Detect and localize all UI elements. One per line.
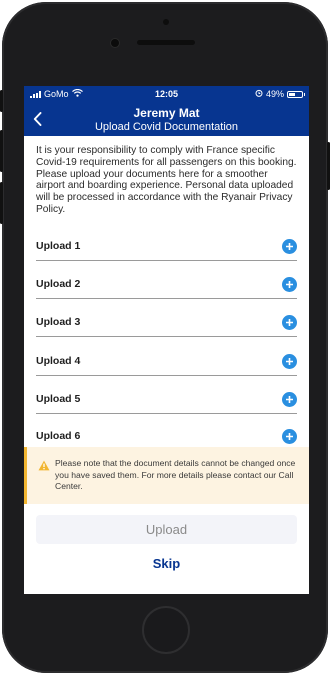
add-upload-button[interactable] (282, 315, 297, 330)
volume-down-button (0, 182, 3, 224)
intro-text: It is your responsibility to comply with… (36, 145, 297, 215)
upload-label: Upload 3 (36, 316, 81, 328)
header-title: Jeremy Mat (133, 106, 200, 120)
plus-icon (286, 358, 293, 365)
battery-percent: 49% (265, 89, 284, 99)
add-upload-button[interactable] (282, 392, 297, 407)
plus-icon (286, 319, 293, 326)
upload-row-5[interactable]: Upload 5 (36, 389, 297, 414)
home-button[interactable] (142, 606, 190, 654)
status-bar: GoMo 12:05 49% (24, 86, 309, 103)
earpiece-speaker (137, 40, 195, 45)
add-upload-button[interactable] (282, 354, 297, 369)
plus-icon (286, 396, 293, 403)
mute-switch (0, 90, 3, 112)
plus-icon (286, 243, 293, 250)
upload-row-1[interactable]: Upload 1 (36, 236, 297, 261)
warning-icon (38, 458, 50, 476)
power-button (327, 142, 330, 190)
front-camera (111, 39, 119, 47)
app-screen: GoMo 12:05 49% Jeremy Mat Upload Covid D… (24, 86, 309, 594)
upload-label: Upload 2 (36, 278, 81, 290)
battery-icon (287, 90, 305, 98)
upload-label: Upload 4 (36, 355, 81, 367)
plus-icon (286, 281, 293, 288)
add-upload-button[interactable] (282, 277, 297, 292)
notice-banner: Please note that the document details ca… (24, 447, 309, 504)
header-subtitle: Upload Covid Documentation (94, 121, 239, 133)
upload-row-2[interactable]: Upload 2 (36, 274, 297, 299)
skip-button[interactable]: Skip (24, 556, 309, 576)
add-upload-button[interactable] (282, 429, 297, 444)
upload-label: Upload 5 (36, 393, 81, 405)
upload-label: Upload 1 (36, 240, 81, 252)
volume-up-button (0, 130, 3, 172)
upload-button[interactable]: Upload (36, 515, 297, 544)
upload-row-4[interactable]: Upload 4 (36, 351, 297, 376)
proximity-sensor (163, 19, 169, 25)
notice-text: Please note that the document details ca… (55, 458, 296, 491)
alarm-icon (255, 89, 263, 99)
upload-label: Upload 6 (36, 430, 81, 442)
app-header: Jeremy Mat Upload Covid Documentation (24, 103, 309, 136)
add-upload-button[interactable] (282, 239, 297, 254)
upload-row-3[interactable]: Upload 3 (36, 312, 297, 337)
plus-icon (286, 433, 293, 440)
